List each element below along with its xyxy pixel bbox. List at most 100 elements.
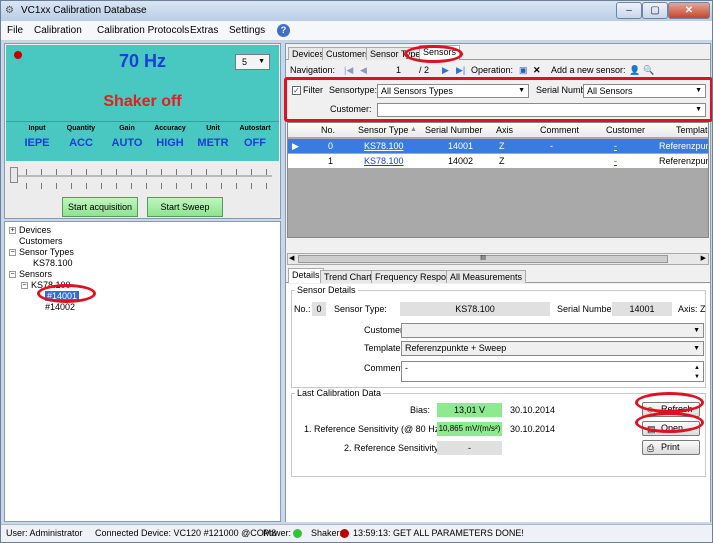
table-row[interactable]: 1 KS78.100 14002 Z - Referenzpunkte - xyxy=(288,154,708,168)
cell-serial: 14002 xyxy=(448,156,474,166)
tree-sensor-14001[interactable]: #14001 xyxy=(45,291,80,301)
first-record-icon[interactable]: |◀ xyxy=(344,65,353,76)
cell-comment: - xyxy=(550,141,553,151)
bias-label: Bias: xyxy=(410,405,431,415)
status-device: Connected Device: VC120 #121000 @COM8 xyxy=(95,528,277,538)
no-label: No.: xyxy=(294,304,311,314)
last-record-icon[interactable]: ▶| xyxy=(456,65,465,76)
col-no[interactable]: No. xyxy=(321,125,335,135)
collapse-icon[interactable]: − xyxy=(21,282,28,289)
col-customer[interactable]: Customer xyxy=(606,125,645,135)
previous-record-icon[interactable]: ◀ xyxy=(360,65,367,76)
refresh-button[interactable]: ⟳ Refresh xyxy=(642,402,700,417)
menu-calibration[interactable]: Calibration xyxy=(34,25,82,36)
table-horizontal-scrollbar[interactable]: ◀ III ▶ xyxy=(287,253,709,265)
status-message: 13:59:13: GET ALL PARAMETERS DONE! xyxy=(353,528,524,538)
tab-sensors[interactable]: Sensors xyxy=(419,45,461,60)
bias-date: 30.10.2014 xyxy=(510,405,556,415)
close-button[interactable]: ✕ xyxy=(668,2,710,19)
frequency-step-select[interactable]: 5 ▼ xyxy=(235,54,270,70)
cell-template: Referenzpunkte - xyxy=(659,141,708,151)
tree-type-ks78[interactable]: KS78.100 xyxy=(33,258,73,268)
cell-serial: 14001 xyxy=(448,141,474,151)
next-record-icon[interactable]: ▶ xyxy=(442,65,449,76)
amplitude-slider[interactable] xyxy=(16,175,272,177)
sensors-table: No. Sensor Type ▲ Serial Number Axis Com… xyxy=(287,122,709,238)
expand-icon[interactable]: + xyxy=(9,227,16,234)
open-button[interactable]: ▤ Open xyxy=(642,421,700,436)
customer-label: Customer: xyxy=(364,325,406,335)
sort-icon: ▲ xyxy=(410,126,417,133)
serial-number-select[interactable]: All Sensors ▼ xyxy=(583,84,706,98)
sensor-details-title: Sensor Details xyxy=(295,285,358,295)
amplitude-slider-area: Start acquisition Start Sweep xyxy=(6,161,279,218)
add-sensor-icon[interactable]: 👤 xyxy=(629,65,640,76)
delete-icon[interactable]: ✕ xyxy=(533,65,541,76)
help-icon[interactable]: ? xyxy=(277,24,290,37)
tree-devices[interactable]: Devices xyxy=(19,225,51,235)
chevron-down-icon: ▼ xyxy=(695,87,702,94)
chevron-down-icon: ▼ xyxy=(258,58,265,65)
collapse-icon[interactable]: − xyxy=(9,249,16,256)
col-sensor-type[interactable]: Sensor Type xyxy=(358,125,408,135)
param-quantity[interactable]: ACC xyxy=(56,137,106,149)
param-head-quantity: Quantity xyxy=(66,125,96,132)
menu-file[interactable]: File xyxy=(7,25,23,36)
customer-filter-select[interactable]: ▼ xyxy=(377,103,706,117)
tree-customers[interactable]: Customers xyxy=(19,236,63,246)
tree-sensor-14002[interactable]: #14002 xyxy=(45,302,75,312)
cell-no: 0 xyxy=(328,141,334,151)
filter-label: Filter xyxy=(303,85,323,95)
cell-sensor-type-link[interactable]: KS78.100 xyxy=(364,156,404,166)
scrollbar-thumb[interactable]: III xyxy=(298,255,668,263)
cell-sensor-type-link[interactable]: KS78.100 xyxy=(364,141,404,151)
param-head-autostart: Autostart xyxy=(239,125,271,132)
param-autostart[interactable]: OFF xyxy=(230,137,280,149)
tab-details[interactable]: Details xyxy=(288,268,324,283)
cell-customer-link[interactable]: - xyxy=(614,141,617,151)
customer-select[interactable]: ▼ xyxy=(401,323,704,338)
start-acquisition-button[interactable]: Start acquisition xyxy=(62,197,138,217)
shaker-display: 70 Hz 5 ▼ Shaker off Input Quantity Gain … xyxy=(6,45,279,161)
maximize-button[interactable]: ▢ xyxy=(642,2,668,19)
window-title: VC1xx Calibration Database xyxy=(21,5,147,16)
col-template[interactable]: Template xyxy=(676,125,708,135)
filter-checkbox[interactable]: ✓ xyxy=(292,86,301,95)
ref1-label: 1. Reference Sensitivity (@ 80 Hz): xyxy=(304,424,445,434)
scroll-right-icon[interactable]: ▶ xyxy=(701,254,706,262)
search-icon[interactable]: 🔍 xyxy=(643,65,654,76)
table-row[interactable]: ▶ 0 KS78.100 14001 Z - - Referenzpunkte … xyxy=(288,139,708,153)
scroll-left-icon[interactable]: ◀ xyxy=(289,254,294,262)
col-axis[interactable]: Axis xyxy=(496,125,513,135)
comment-textarea[interactable]: - ▲ ▼ xyxy=(401,361,704,382)
save-icon[interactable]: ▣ xyxy=(519,65,528,76)
print-button[interactable]: ⎙ Print xyxy=(642,440,700,455)
cell-customer-link[interactable]: - xyxy=(614,156,617,166)
template-select[interactable]: Referenzpunkte + Sweep ▼ xyxy=(401,341,704,356)
tab-all-measurements[interactable]: All Measurements xyxy=(446,270,527,283)
slider-ticks xyxy=(26,183,272,189)
col-serial-number[interactable]: Serial Number xyxy=(425,125,483,135)
current-record[interactable]: 1 xyxy=(396,65,401,75)
template-label: Template: xyxy=(364,343,404,353)
refresh-icon: ⟳ xyxy=(647,405,655,415)
tree-sensor-types[interactable]: Sensor Types xyxy=(19,247,74,257)
power-led-icon xyxy=(293,529,302,538)
slider-handle[interactable] xyxy=(10,167,18,183)
axis-value: Z xyxy=(700,304,706,314)
tree-sensor-group[interactable]: KS78.100 xyxy=(31,280,71,290)
calibration-title: Last Calibration Data xyxy=(295,388,384,398)
param-input[interactable]: IEPE xyxy=(12,137,62,149)
start-sweep-button[interactable]: Start Sweep xyxy=(147,197,223,217)
sensortype-select[interactable]: All Sensors Types ▼ xyxy=(377,84,529,98)
filter-bar: ✓ Filter Sensortype: All Sensors Types ▼ … xyxy=(287,81,709,119)
menu-settings[interactable]: Settings xyxy=(229,25,265,36)
menu-extras[interactable]: Extras xyxy=(190,25,218,36)
tab-trend-chart[interactable]: Trend Chart xyxy=(320,270,376,283)
collapse-icon[interactable]: − xyxy=(9,271,16,278)
col-comment[interactable]: Comment xyxy=(540,125,579,135)
tree-sensors[interactable]: Sensors xyxy=(19,269,52,279)
minimize-button[interactable]: – xyxy=(616,2,642,19)
menu-calibration-protocols[interactable]: Calibration Protocols xyxy=(97,25,189,36)
chevron-down-icon: ▼ xyxy=(693,327,700,334)
